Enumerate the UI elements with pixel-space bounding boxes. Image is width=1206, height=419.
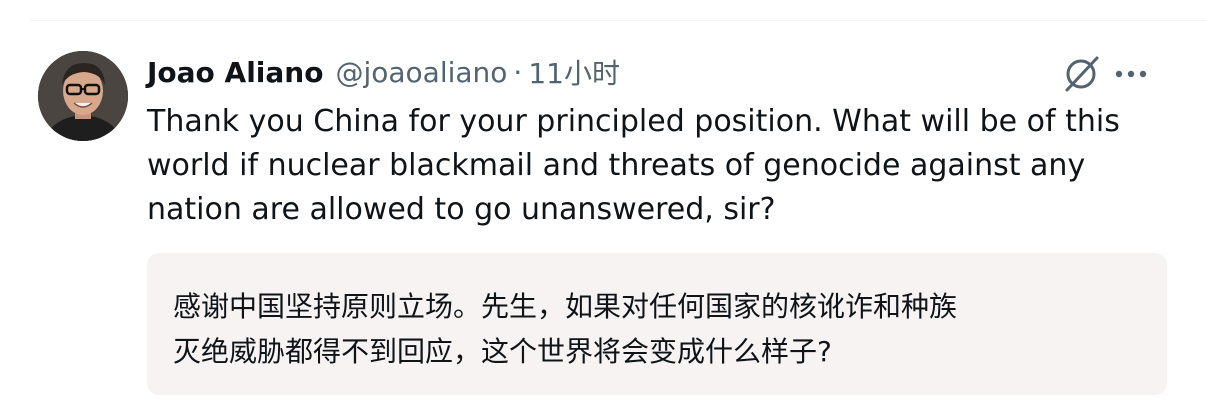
tweet[interactable]: Joao Aliano @joaoaliano · 11小时 Thank you…: [0, 0, 1206, 419]
tweet-actions: [1060, 52, 1152, 96]
translation-text: 感谢中国坚持原则立场。先生，如果对任何国家的核讹诈和种族 灭绝威胁都得不到回应，…: [173, 290, 958, 368]
user-handle[interactable]: @joaoaliano: [335, 56, 507, 89]
display-name[interactable]: Joao Aliano: [147, 56, 323, 89]
avatar-photo-icon: [38, 51, 128, 141]
timestamp[interactable]: 11小时: [528, 52, 620, 92]
more-options-icon[interactable]: [1110, 53, 1152, 95]
separator-dot: ·: [513, 55, 523, 89]
avatar[interactable]: [38, 51, 128, 141]
tweet-text: Thank you China for your principled posi…: [147, 104, 1120, 227]
tweet-header: Joao Aliano @joaoaliano · 11小时: [147, 50, 620, 94]
translation-box: 感谢中国坚持原则立场。先生，如果对任何国家的核讹诈和种族 灭绝威胁都得不到回应，…: [147, 253, 1167, 395]
grok-icon[interactable]: [1060, 53, 1102, 95]
